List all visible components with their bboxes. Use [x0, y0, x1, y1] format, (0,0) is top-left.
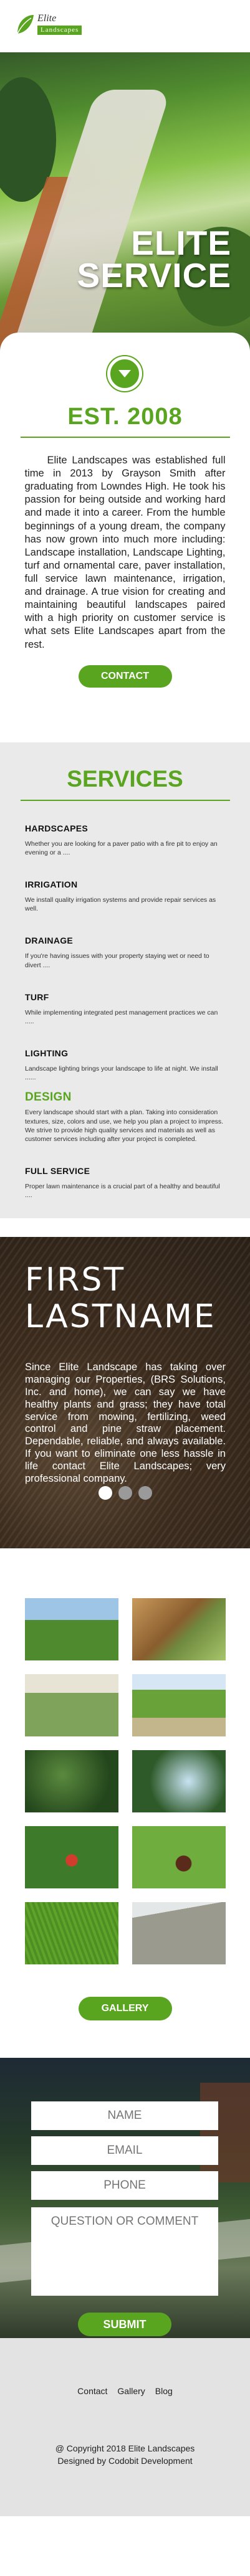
site-footer: Contact Gallery Blog @ Copyright 2018 El…	[0, 2338, 250, 2517]
carousel-dot-2[interactable]	[118, 1486, 132, 1500]
service-lighting[interactable]: LIGHTING Landscape lighting brings your …	[0, 1048, 250, 1082]
gallery-image[interactable]	[132, 1826, 226, 1889]
name-field[interactable]	[31, 2101, 218, 2131]
established-heading: EST. 2008	[67, 404, 183, 430]
service-description: If you're having issues with your proper…	[25, 952, 209, 969]
contact-button[interactable]: CONTACT	[78, 665, 172, 688]
service-full-service[interactable]: FULL SERVICE Proper lawn maintenance is …	[0, 1166, 250, 1200]
testimonial-first-name: FIRST	[25, 1261, 126, 1299]
scroll-area	[0, 351, 250, 401]
service-title: TURF	[25, 992, 49, 1002]
carousel-dot-3[interactable]	[138, 1486, 152, 1500]
caret-down-icon	[118, 370, 131, 377]
hero-bottom-curve	[0, 333, 250, 351]
service-design[interactable]: DESIGN Every landscape should start with…	[0, 1091, 250, 1144]
contact-form-section: SUBMIT	[0, 2058, 250, 2339]
service-description: Whether you are looking for a paver pati…	[25, 840, 218, 856]
testimonial-name: FIRST LASTNAME	[25, 1261, 216, 1335]
carousel-dot-1[interactable]	[98, 1486, 112, 1500]
footer-copyright: @ Copyright 2018 Elite Landscapes Design…	[0, 2443, 250, 2467]
gallery-image[interactable]	[24, 1750, 118, 1813]
testimonial-section: FIRST LASTNAME Since Elite Landscape has…	[0, 1237, 250, 1549]
copyright-text: @ Copyright 2018 Elite Landscapes	[55, 2443, 195, 2454]
logo-line2: Landscapes	[37, 26, 82, 35]
gallery-image[interactable]	[24, 1826, 118, 1889]
background-house	[200, 2083, 250, 2183]
leaf-logo-icon	[14, 12, 36, 36]
divider	[20, 437, 230, 438]
footer-nav: Contact Gallery Blog	[0, 2386, 250, 2396]
service-title: HARDSCAPES	[25, 823, 89, 833]
service-description: Proper lawn maintenance is a crucial par…	[25, 1183, 220, 1200]
gallery-image[interactable]	[132, 1598, 226, 1661]
carousel-dots	[0, 1486, 250, 1500]
service-title: DRAINAGE	[25, 935, 74, 946]
email-field[interactable]	[31, 2136, 218, 2166]
footer-link-gallery[interactable]: Gallery	[117, 2386, 145, 2396]
about-paragraph: Elite Landscapes was established full ti…	[24, 455, 226, 650]
testimonial-quote: Since Elite Landscape has taking over ma…	[25, 1361, 226, 1484]
service-title: LIGHTING	[25, 1048, 69, 1059]
hero-banner: ELITE SERVICE	[0, 52, 250, 351]
gallery-image[interactable]	[24, 1674, 118, 1737]
question-field[interactable]	[31, 2207, 218, 2296]
service-description: Every landscape should start with a plan…	[25, 1109, 224, 1143]
hero-title: ELITE SERVICE	[77, 226, 250, 295]
site-logo[interactable]: Elite Landscapes	[14, 12, 82, 36]
page: Elite Landscapes ELITE SERVICE EST. 2008…	[0, 0, 250, 2517]
gallery-section: GALLERY	[0, 1548, 250, 2058]
service-description: While implementing integrated pest manag…	[25, 1008, 218, 1025]
divider	[20, 799, 230, 801]
about-section: EST. 2008 Elite Landscapes was establish…	[0, 404, 250, 688]
footer-link-contact[interactable]: Contact	[77, 2386, 107, 2396]
gallery-image[interactable]	[24, 1598, 118, 1661]
footer-link-blog[interactable]: Blog	[155, 2386, 173, 2396]
service-description: We install quality irrigation systems an…	[25, 896, 216, 913]
hero-title-line2: SERVICE	[77, 256, 231, 295]
service-title: IRRIGATION	[25, 879, 78, 889]
service-drainage[interactable]: DRAINAGE If you're having issues with yo…	[0, 935, 250, 969]
gallery-button[interactable]: GALLERY	[78, 1997, 172, 2021]
services-section: SERVICES HARDSCAPES Whether you are look…	[0, 742, 250, 1219]
testimonial-last-name: LASTNAME	[25, 1297, 216, 1335]
scroll-down-button[interactable]	[107, 356, 142, 391]
gallery-image[interactable]	[132, 1750, 226, 1813]
phone-field[interactable]	[31, 2171, 218, 2200]
service-irrigation[interactable]: IRRIGATION We install quality irrigation…	[0, 879, 250, 913]
gallery-image[interactable]	[24, 1902, 118, 1965]
services-heading: SERVICES	[67, 765, 183, 792]
service-hardscapes[interactable]: HARDSCAPES Whether you are looking for a…	[0, 823, 250, 857]
service-description: Landscape lighting brings your landscape…	[25, 1065, 218, 1082]
gallery-grid	[24, 1598, 226, 1965]
gallery-image[interactable]	[132, 1902, 226, 1965]
site-header: Elite Landscapes	[0, 0, 250, 52]
service-title: DESIGN	[25, 1091, 72, 1104]
gallery-image[interactable]	[132, 1674, 226, 1737]
credit-text: Designed by Codobit Development	[57, 2455, 193, 2466]
service-title: FULL SERVICE	[25, 1166, 90, 1177]
logo-line1: Elite	[37, 13, 57, 24]
service-turf[interactable]: TURF While implementing integrated pest …	[0, 992, 250, 1026]
submit-button[interactable]: SUBMIT	[78, 2313, 171, 2337]
